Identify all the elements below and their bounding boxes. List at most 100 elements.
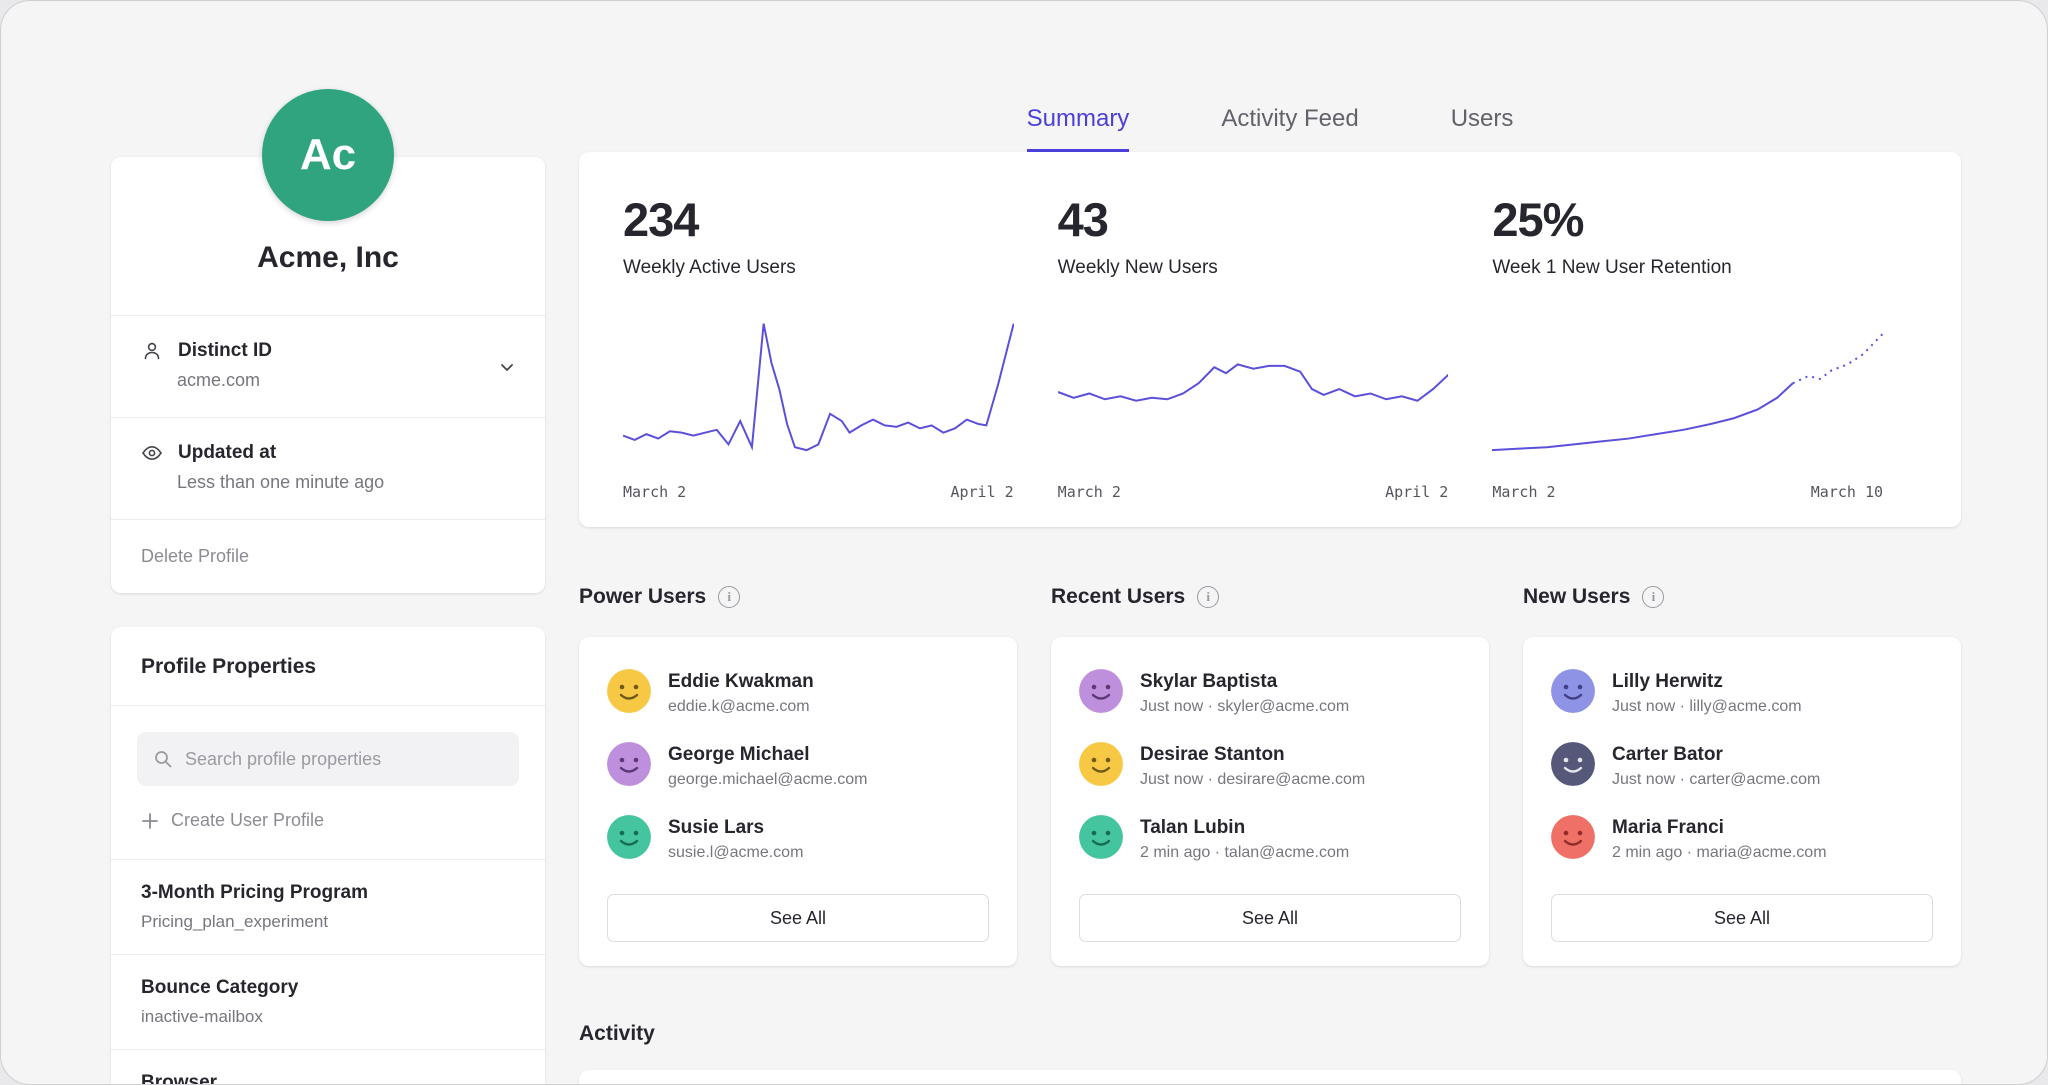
create-user-profile-label: Create User Profile [171, 810, 324, 831]
new-users-column: New Users i Lilly Herwitz Just now · lil… [1523, 585, 1961, 966]
metric-label: Weekly Active Users [623, 257, 1014, 279]
power-users-card: Eddie Kwakman eddie.k@acme.com George Mi… [579, 637, 1017, 966]
axis-end-label: April 2 [1385, 483, 1448, 501]
distinct-id-row[interactable]: Distinct ID acme.com [111, 316, 545, 418]
user-row[interactable]: Carter Bator Just now · carter@acme.com [1551, 742, 1933, 789]
search-input[interactable] [185, 749, 503, 770]
updated-at-value: Less than one minute ago [177, 472, 515, 493]
axis-start-label: March 2 [1058, 483, 1121, 501]
user-email: eddie.k@acme.com [668, 698, 814, 716]
user-name: Maria Franci [1612, 815, 1827, 839]
user-email: george.michael@acme.com [668, 771, 867, 789]
user-name: Eddie Kwakman [668, 669, 814, 693]
tab-summary[interactable]: Summary [1027, 105, 1130, 152]
see-all-button[interactable]: See All [1079, 894, 1461, 942]
activity-card: 234 240 3.4k [579, 1070, 1961, 1085]
user-avatar [1551, 669, 1595, 713]
user-name: Carter Bator [1612, 742, 1820, 766]
user-meta: Just now · skyler@acme.com [1140, 698, 1349, 716]
plus-icon [141, 812, 159, 830]
profile-properties-title: Profile Properties [111, 627, 545, 706]
user-avatar [1551, 815, 1595, 859]
metric-label: Week 1 New User Retention [1492, 257, 1883, 279]
metric-value: 234 [623, 192, 1014, 247]
user-avatar [1079, 669, 1123, 713]
user-avatar [607, 669, 651, 713]
distinct-id-label: Distinct ID [178, 340, 272, 362]
user-name: Lilly Herwitz [1612, 669, 1802, 693]
property-label: 3-Month Pricing Program [141, 882, 515, 904]
profile-properties-search[interactable] [137, 732, 519, 786]
chevron-down-icon[interactable] [497, 357, 517, 377]
user-row[interactable]: Talan Lubin 2 min ago · talan@acme.com [1079, 815, 1461, 862]
week1-retention-chart [1492, 313, 1883, 471]
axis-end-label: April 2 [950, 483, 1013, 501]
user-meta: Just now · carter@acme.com [1612, 771, 1820, 789]
chart-axis: March 2 April 2 [1058, 483, 1449, 501]
chart-axis: March 2 April 2 [623, 483, 1014, 501]
user-row[interactable]: Lilly Herwitz Just now · lilly@acme.com [1551, 669, 1933, 716]
info-icon[interactable]: i [1197, 586, 1219, 608]
company-avatar-initials: Ac [300, 130, 356, 180]
weekly-new-users-chart [1058, 313, 1449, 471]
axis-start-label: March 2 [1492, 483, 1555, 501]
profile-card: Acme, Inc Distinct ID acme.com [111, 157, 545, 593]
weekly-active-users-chart [623, 313, 1014, 471]
user-row[interactable]: Maria Franci 2 min ago · maria@acme.com [1551, 815, 1933, 862]
updated-at-label: Updated at [178, 442, 276, 464]
property-item[interactable]: Bounce Category inactive-mailbox [111, 954, 545, 1049]
user-meta: Just now · desirare@acme.com [1140, 771, 1365, 789]
user-email: susie.l@acme.com [668, 844, 803, 862]
user-name: Talan Lubin [1140, 815, 1349, 839]
user-row[interactable]: Eddie Kwakman eddie.k@acme.com [607, 669, 989, 716]
main-content: Summary Activity Feed Users 234 Weekly A… [579, 1, 1961, 1084]
recent-users-title: Recent Users [1051, 585, 1185, 609]
power-users-column: Power Users i Eddie Kwakman eddie.k@acme… [579, 585, 1017, 966]
user-row[interactable]: Skylar Baptista Just now · skyler@acme.c… [1079, 669, 1461, 716]
user-avatar [607, 815, 651, 859]
user-avatar [1551, 742, 1595, 786]
info-icon[interactable]: i [1642, 586, 1664, 608]
metric-week1-retention: 25% Week 1 New User Retention March 2 Ma… [1492, 192, 1927, 501]
user-avatar [1079, 742, 1123, 786]
metric-weekly-active-users: 234 Weekly Active Users March 2 April 2 [623, 192, 1058, 501]
user-name: Skylar Baptista [1140, 669, 1349, 693]
info-icon[interactable]: i [718, 586, 740, 608]
company-avatar: Ac [262, 89, 394, 221]
user-avatar [607, 742, 651, 786]
create-user-profile-button[interactable]: Create User Profile [141, 810, 515, 831]
tab-activity-feed[interactable]: Activity Feed [1221, 105, 1358, 152]
see-all-button[interactable]: See All [1551, 894, 1933, 942]
person-icon [141, 340, 163, 362]
user-lists-section: Power Users i Eddie Kwakman eddie.k@acme… [579, 585, 1961, 966]
eye-icon [141, 442, 163, 464]
power-users-title: Power Users [579, 585, 706, 609]
app-window: Ac Acme, Inc Distinct ID acme.com [0, 0, 2048, 1085]
user-meta: 2 min ago · maria@acme.com [1612, 844, 1827, 862]
see-all-button[interactable]: See All [607, 894, 989, 942]
metric-value: 25% [1492, 192, 1883, 247]
search-icon [153, 749, 173, 769]
user-avatar [1079, 815, 1123, 859]
property-item[interactable]: 3-Month Pricing Program Pricing_plan_exp… [111, 859, 545, 954]
property-value: Pricing_plan_experiment [141, 912, 515, 932]
user-row[interactable]: George Michael george.michael@acme.com [607, 742, 989, 789]
property-value: inactive-mailbox [141, 1007, 515, 1027]
user-row[interactable]: Desirae Stanton Just now · desirare@acme… [1079, 742, 1461, 789]
tab-users[interactable]: Users [1451, 105, 1514, 152]
chart-axis: March 2 March 10 [1492, 483, 1883, 501]
delete-profile-button[interactable]: Delete Profile [111, 520, 545, 593]
property-item[interactable]: Browser Chrome [111, 1049, 545, 1085]
metric-weekly-new-users: 43 Weekly New Users March 2 April 2 [1058, 192, 1493, 501]
profile-properties-card: Profile Properties Create User Profile 3… [111, 627, 545, 1085]
distinct-id-value: acme.com [177, 370, 515, 391]
profile-sidebar: Ac Acme, Inc Distinct ID acme.com [111, 1, 545, 1084]
user-name: George Michael [668, 742, 867, 766]
recent-users-card: Skylar Baptista Just now · skyler@acme.c… [1051, 637, 1489, 966]
user-meta: 2 min ago · talan@acme.com [1140, 844, 1349, 862]
new-users-card: Lilly Herwitz Just now · lilly@acme.com … [1523, 637, 1961, 966]
user-row[interactable]: Susie Lars susie.l@acme.com [607, 815, 989, 862]
metric-value: 43 [1058, 192, 1449, 247]
summary-metrics-card: 234 Weekly Active Users March 2 April 2 … [579, 152, 1961, 527]
activity-title: Activity [579, 1022, 1961, 1046]
